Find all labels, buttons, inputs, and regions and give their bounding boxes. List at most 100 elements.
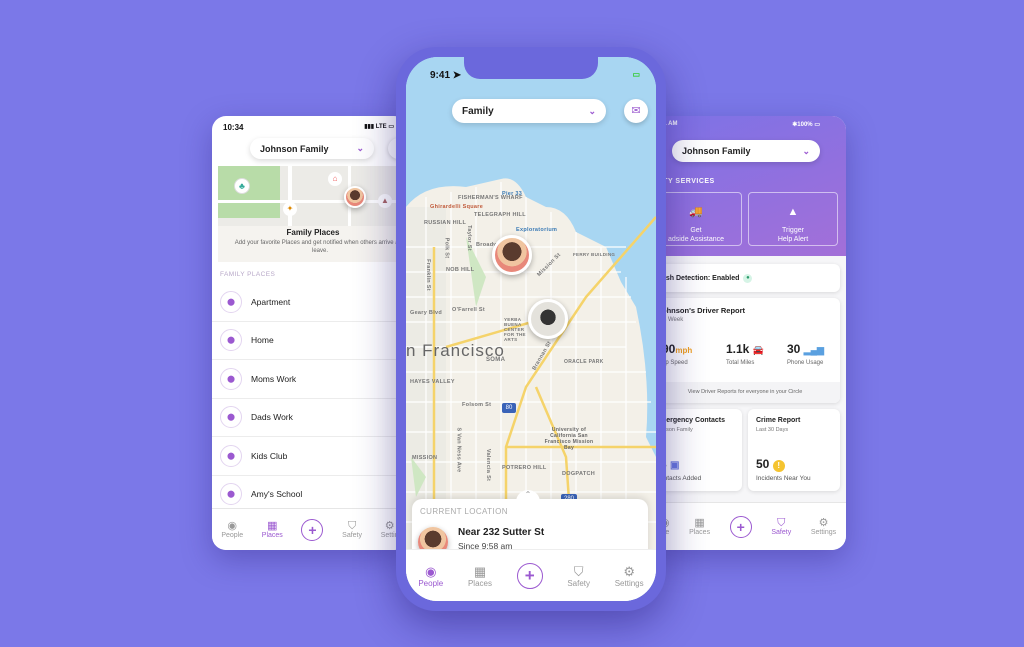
map-label: DOGPATCH: [562, 471, 596, 477]
map-label: MISSION: [412, 455, 438, 461]
tab-safety[interactable]: ⛉ Safety: [567, 564, 590, 588]
right-phone: 41 AM ✱100% ▭ Johnson Family ⌄ ETY SERVI…: [650, 116, 846, 550]
highway-shield: 80: [502, 403, 516, 413]
help-alert-button[interactable]: ▲ Trigger Help Alert: [748, 192, 838, 246]
gear-icon: ⚙: [818, 517, 829, 529]
tab-people[interactable]: ◉ People: [221, 520, 243, 539]
map-pin-icon: ⬤: [220, 444, 242, 467]
crime-value: 50 !: [756, 457, 785, 472]
center-phone: FISHERMAN'S WHARF Pier 33 Ghirardelli Sq…: [396, 47, 666, 611]
driver-reports-link[interactable]: View Driver Reports for everyone in your…: [650, 382, 840, 403]
warning-icon: ▲: [787, 206, 799, 218]
map-label: RUSSIAN HILL: [424, 220, 467, 226]
section-title: FAMILY PLACES: [220, 271, 276, 278]
group-selector-label: Johnson Family: [682, 146, 751, 156]
add-button[interactable]: +: [516, 562, 543, 589]
status-time: 10:34: [223, 123, 244, 132]
tab-places[interactable]: ▦ Places: [689, 517, 710, 536]
phone-usage-value: 30 ▂▄▆: [787, 342, 824, 356]
map-label: Taylor St: [465, 225, 472, 251]
gear-icon: ⚙: [623, 563, 635, 579]
map-pin-icon: ⬤: [220, 483, 242, 506]
places-icon: ▦: [473, 563, 487, 579]
map-pin-icon: ⬤: [220, 367, 242, 390]
school-icon: ▲: [378, 194, 392, 208]
phone-notch: [464, 57, 598, 79]
crime-title: Crime Report: [756, 417, 801, 424]
tab-places[interactable]: ▦ Places: [468, 564, 492, 588]
list-item[interactable]: ⬤ Kids Club: [212, 437, 408, 476]
places-card-title: Family Places: [286, 228, 340, 237]
tab-safety[interactable]: ⛉ Safety: [342, 520, 362, 539]
place-label: Dads Work: [251, 412, 293, 423]
shield-icon: ⛉: [347, 520, 357, 532]
status-battery: ✱100% ▭: [792, 122, 820, 128]
section-title: ETY SERVICES: [658, 178, 715, 185]
places-card-desc: Add your favorite Places and get notifie…: [234, 240, 406, 254]
map-label: Polk St: [443, 237, 450, 259]
add-button[interactable]: +: [301, 518, 324, 541]
group-selector[interactable]: Johnson Family ⌄: [250, 138, 374, 159]
place-label: Moms Work: [251, 373, 297, 384]
group-selector[interactable]: Family ⌄: [452, 99, 606, 123]
place-label: Apartment: [251, 296, 291, 307]
map-label: O'Farrell St: [452, 307, 486, 313]
status-signal: ▮▮▮ LTE ▭: [364, 124, 394, 130]
list-item[interactable]: ⬤ Home: [212, 322, 408, 360]
shield-icon: ⛉: [777, 517, 786, 529]
map-screen: FISHERMAN'S WHARF Pier 33 Ghirardelli Sq…: [406, 57, 656, 601]
chevron-down-icon: ⌄: [588, 105, 596, 116]
tab-safety[interactable]: ⛉ Safety: [771, 517, 791, 536]
total-miles-label: Total Miles: [726, 360, 755, 366]
people-icon: ◉: [425, 563, 437, 579]
emergency-title: mergency Contacts: [660, 417, 725, 424]
map-park: [218, 166, 280, 218]
home-icon: ⌂: [328, 172, 342, 186]
map-pin-icon: ⬤: [220, 290, 242, 313]
map-label: Franklin St: [424, 259, 431, 291]
driver-report-card[interactable]: ohnson's Driver Report is Week 90mph op …: [650, 298, 840, 403]
map-label: Folsom St: [462, 402, 492, 408]
crime-sub: Last 30 Days: [756, 427, 789, 433]
member-avatar[interactable]: [528, 299, 568, 339]
places-icon: ▦: [694, 517, 705, 529]
tab-places[interactable]: ▦ Places: [262, 520, 283, 539]
group-selector-label: Family: [462, 105, 494, 117]
driver-report-title: ohnson's Driver Report: [662, 306, 746, 315]
signal-bars-icon: ▂▄▆: [803, 345, 824, 355]
check-icon: ●: [743, 273, 753, 283]
chevron-down-icon: ⌄: [356, 143, 364, 153]
people-icon: ◉: [227, 520, 238, 532]
map-label: Exploratorium: [516, 227, 558, 233]
map-label: FERRY BUILDING: [573, 252, 616, 257]
tab-people[interactable]: ◉ People: [418, 564, 443, 588]
crime-report-card[interactable]: Crime Report Last 30 Days 50 ! Incidents…: [748, 409, 840, 491]
crash-detection-row[interactable]: ash Detection: Enabled ●: [650, 264, 840, 292]
current-location-address: Near 232 Sutter St: [458, 527, 545, 538]
member-avatar[interactable]: [492, 235, 532, 275]
map-label: POTRERO HILL: [502, 465, 547, 471]
place-label: Home: [251, 335, 274, 346]
map-label: Valencia St: [485, 448, 492, 482]
tab-bar: ◉ People ▦ Places + ⛉ Safety ⚙ Settin: [212, 508, 408, 550]
map-pin-icon: ⬤: [220, 406, 242, 429]
map-label: NOB HILL: [446, 267, 475, 273]
group-selector[interactable]: Johnson Family ⌄: [672, 140, 820, 162]
map-label: S Van Ness Ave: [455, 427, 462, 473]
list-item[interactable]: ⬤ Apartment: [212, 283, 408, 322]
list-item[interactable]: ⬤ Moms Work: [212, 360, 408, 399]
map-label: HAYES VALLEY: [410, 379, 455, 385]
list-item[interactable]: ⬤ Dads Work: [212, 399, 408, 437]
tab-settings[interactable]: ⚙ Settings: [615, 564, 644, 588]
map-label: Ghirardelli Square: [430, 204, 484, 210]
tab-settings[interactable]: ⚙ Settings: [811, 517, 836, 536]
places-card[interactable]: ♣ ⌂ ✦ ▲ Family Places Add your favorite …: [218, 166, 408, 262]
tab-bar: ◉ple ▦Places + ⛉Safety ⚙Settings: [650, 502, 846, 550]
total-miles-value: 1.1k 🚘: [726, 342, 764, 356]
tab-bar: ◉ People ▦ Places + ⛉ Safety ⚙ Settings: [406, 549, 656, 601]
chat-icon[interactable]: ✉: [624, 99, 648, 123]
add-button[interactable]: +: [729, 515, 752, 538]
place-label: Kids Club: [251, 450, 288, 461]
crime-label: Incidents Near You: [756, 475, 811, 482]
top-speed-value: 90mph: [662, 342, 693, 356]
